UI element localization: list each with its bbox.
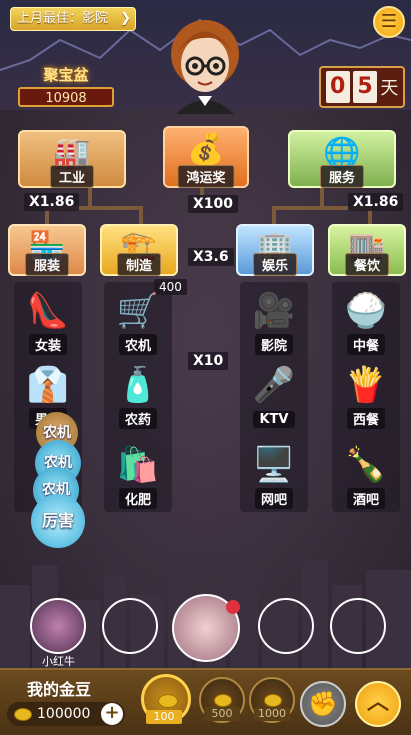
chevron-up-icon: ︿: [366, 690, 389, 715]
item-label: 化肥: [118, 488, 157, 509]
item-farm-machinery[interactable]: 🛒 农机: [106, 288, 170, 355]
multiplier-left: X1.86: [24, 193, 80, 211]
best-last-month-text: 上月最佳：影院: [17, 11, 109, 26]
gold-bean-icon: [158, 694, 178, 708]
node-label: 服务: [319, 165, 365, 188]
item-label: 农药: [118, 408, 157, 429]
empty-seat[interactable]: [102, 598, 158, 654]
item-fertilizer[interactable]: 🛍️ 化肥: [106, 442, 170, 509]
item-western-food[interactable]: 🍟 西餐: [334, 362, 398, 429]
item-label: 西餐: [346, 408, 385, 429]
connector: [320, 188, 324, 206]
host-avatar: [171, 20, 239, 114]
menu-button[interactable]: ☰: [373, 6, 405, 38]
fertilizer-bag-icon: 🛍️: [116, 445, 160, 485]
best-last-month-tag[interactable]: 上月最佳：影院 ❯: [10, 7, 136, 31]
node-jackpot[interactable]: 💰 鸿运奖: [163, 126, 249, 188]
item-internet-cafe[interactable]: 🖥️ 网吧: [242, 442, 306, 509]
fries-icon: 🍟: [344, 365, 388, 405]
bean-label: 我的金豆: [27, 680, 92, 699]
pesticide-bottle-icon: 🧴: [116, 365, 160, 405]
chip-amount: 100: [146, 710, 182, 724]
empty-seat[interactable]: [258, 598, 314, 654]
high-heel-icon: 👠: [26, 291, 70, 331]
node-label: 服装: [24, 253, 70, 276]
item-label: 农机: [118, 334, 157, 355]
node-label: 鸿运奖: [177, 165, 235, 188]
item-cinema[interactable]: 🎥 影院: [242, 288, 306, 355]
item-ktv[interactable]: 🎤 KTV: [242, 362, 306, 428]
node-manufacturing[interactable]: 🏗️ 制造: [100, 224, 178, 276]
multiplier-right: X1.86: [348, 193, 404, 211]
node-dining[interactable]: 🏬 餐饮: [328, 224, 406, 276]
projector-icon: 🎥: [252, 291, 296, 331]
player-seat-avatar[interactable]: [30, 598, 86, 654]
connector: [272, 206, 276, 226]
item-bar[interactable]: 🍾 酒吧: [334, 442, 398, 509]
item-label: 网吧: [254, 488, 293, 509]
node-label: 娱乐: [252, 253, 298, 276]
chip-amount: 1000: [254, 707, 290, 721]
item-label: 女装: [28, 334, 67, 355]
jubaopen-value: 10908: [18, 87, 114, 107]
hamburger-icon: ☰: [380, 11, 398, 32]
chevron-right-icon: ❯: [120, 11, 131, 26]
item-label: KTV: [253, 411, 295, 428]
praise-bubble: 厉害: [31, 494, 85, 548]
player-seat-name: 小红牛: [42, 655, 75, 668]
empty-seat[interactable]: [330, 598, 386, 654]
multiplier-center: X100: [188, 195, 239, 213]
countdown-panel: 0 5 天: [319, 66, 405, 108]
item-label: 影院: [254, 334, 293, 355]
monitor-icon: 🖥️: [252, 445, 296, 485]
multiplier-inner: X10: [188, 352, 229, 370]
countdown-digit: 5: [352, 71, 377, 103]
item-chinese-food[interactable]: 🍚 中餐: [334, 288, 398, 355]
jubaopen-panel[interactable]: 聚宝盆 10908: [18, 64, 114, 110]
connector: [139, 206, 143, 226]
connector: [88, 188, 92, 206]
gold-bean-icon: [214, 694, 232, 707]
node-label: 工业: [49, 165, 95, 188]
bean-balance-value: 100000: [37, 706, 91, 722]
node-label: 餐饮: [344, 253, 390, 276]
add-beans-button[interactable]: +: [101, 703, 123, 725]
microphone-icon: 🎤: [252, 365, 296, 405]
rice-bowl-icon: 🍚: [344, 291, 388, 331]
item-womens-clothing[interactable]: 👠 女装: [16, 288, 80, 355]
gold-bean-icon: [264, 694, 282, 707]
bottle-icon: 🍾: [344, 445, 388, 485]
node-industry[interactable]: 🏭 工业: [18, 130, 126, 188]
notification-dot: [226, 600, 240, 614]
shirt-tie-icon: 👔: [26, 365, 70, 405]
node-service[interactable]: 🌐 服务: [288, 130, 396, 188]
expand-button[interactable]: ︿: [355, 681, 401, 727]
gold-bean-icon: [14, 708, 32, 721]
node-entertainment[interactable]: 🏢 娱乐: [236, 224, 314, 276]
item-label: 酒吧: [346, 488, 385, 509]
node-clothing[interactable]: 🏪 服装: [8, 224, 86, 276]
chip-amount: 500: [204, 707, 240, 721]
jubaopen-title: 聚宝盆: [43, 66, 89, 84]
fist-icon: ✊: [308, 690, 338, 718]
item-label: 中餐: [346, 334, 385, 355]
countdown-unit: 天: [380, 78, 399, 99]
wheelbarrow-icon: 🛒: [116, 291, 160, 331]
node-label: 制造: [116, 253, 162, 276]
fist-button[interactable]: ✊: [300, 681, 346, 727]
item-pesticide[interactable]: 🧴 农药: [106, 362, 170, 429]
multiplier-mid: X3.6: [188, 248, 234, 266]
countdown-digit: 0: [325, 71, 350, 103]
